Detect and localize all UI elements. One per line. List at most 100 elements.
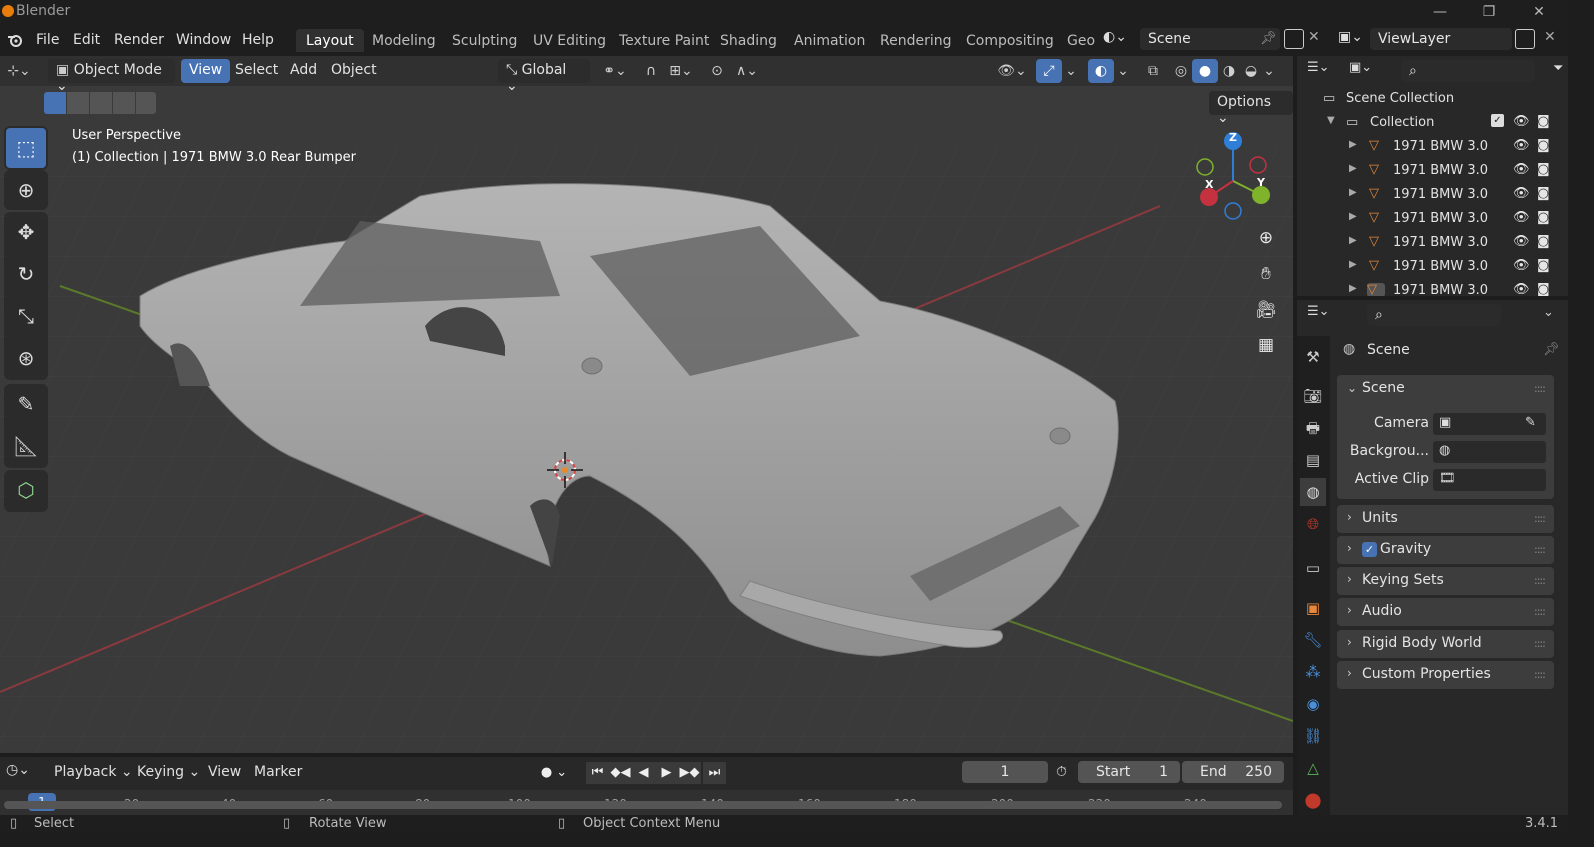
data-tab-icon[interactable]: △	[1300, 754, 1326, 782]
eye-icon[interactable]: 👁︎	[1513, 162, 1530, 177]
tab-geometry-nodes[interactable]: Geo	[1057, 29, 1105, 52]
start-frame-field[interactable]: Start 1	[1078, 761, 1180, 783]
tab-shading[interactable]: Shading	[710, 29, 787, 52]
drag-handle-icon[interactable]: ::::	[1534, 382, 1546, 395]
move-tool-icon[interactable]: ✥	[6, 212, 46, 252]
camera-icon[interactable]: ◙	[1537, 210, 1550, 225]
outliner-object-row[interactable]: ▶ ▽ 1971 BMW 3.0 👁︎ ◙	[1297, 183, 1568, 206]
end-frame-field[interactable]: End 250	[1182, 761, 1284, 783]
new-scene-icon[interactable]	[1284, 29, 1304, 49]
camera-icon[interactable]: ◙	[1537, 282, 1550, 296]
pin-icon[interactable]: 📌︎	[1543, 342, 1560, 357]
view-layer-tab-icon[interactable]: ▤	[1300, 446, 1326, 474]
outliner-object-row[interactable]: ▶ ▽ 1971 BMW 3.0 👁︎ ◙	[1297, 207, 1568, 230]
pivot-point-icon[interactable]: ⚭⌄	[598, 59, 632, 83]
jump-keyframe-forward-icon[interactable]: ▶◆	[678, 762, 701, 784]
menu-file[interactable]: File	[36, 32, 59, 48]
eye-icon[interactable]: 👁︎	[1513, 234, 1530, 249]
object-tab-icon[interactable]: ▣	[1300, 594, 1326, 622]
display-mode-icon[interactable]: ▣⌄	[1349, 60, 1383, 82]
camera-icon[interactable]: ◙	[1537, 138, 1550, 153]
jump-end-icon[interactable]: ⏭	[703, 762, 726, 784]
gravity-panel[interactable]: › ✓ Gravity ::::	[1337, 536, 1554, 564]
gizmo-z-label[interactable]: Z	[1229, 131, 1237, 144]
pan-hand-icon[interactable]: ✋︎	[1251, 259, 1281, 289]
eye-icon[interactable]: 👁︎	[1513, 258, 1530, 273]
xray-icon[interactable]: ⧉	[1140, 59, 1166, 83]
eye-icon[interactable]: 👁︎	[1513, 186, 1530, 201]
custom-properties-panel[interactable]: › Custom Properties ::::	[1337, 661, 1554, 689]
mode-dropdown[interactable]: ▣ Object Mode ⌄	[48, 59, 175, 94]
tool-tab-icon[interactable]: ⚒	[1300, 343, 1326, 371]
pin-icon[interactable]: 📌︎	[1260, 31, 1277, 46]
menu-window[interactable]: Window	[176, 32, 231, 48]
properties-search-input[interactable]: ⌕	[1367, 304, 1501, 326]
keying-sets-panel[interactable]: › Keying Sets ::::	[1337, 567, 1554, 595]
keying-menu[interactable]: Keying ⌄	[137, 764, 200, 780]
playback-menu[interactable]: Playback ⌄	[54, 764, 133, 780]
ortho-grid-icon[interactable]: ▦	[1251, 330, 1281, 360]
particles-tab-icon[interactable]: ⁂	[1300, 658, 1326, 686]
cursor-tool-icon[interactable]: ⊕	[6, 170, 46, 210]
close-button[interactable]: ✕	[1527, 2, 1551, 22]
chevron-down-icon[interactable]: ⌄	[1347, 381, 1357, 395]
properties-options-icon[interactable]: ⌄	[1543, 305, 1554, 320]
gizmo-menu-icon[interactable]: ⌄	[1062, 59, 1080, 83]
tab-animation[interactable]: Animation	[784, 29, 875, 52]
outliner-editor-type-icon[interactable]: ☰⌄	[1307, 60, 1341, 82]
stopwatch-icon[interactable]: ⏱	[1056, 764, 1067, 780]
scale-tool-icon[interactable]: ⤡	[6, 296, 46, 336]
select-extend-icon[interactable]	[67, 92, 89, 114]
menu-render[interactable]: Render	[114, 32, 164, 48]
editor-type-icon[interactable]: ⊹⌄	[6, 59, 32, 83]
outliner-object-row[interactable]: ▶ ▽ 1971 BMW 3.0 👁︎ ◙	[1297, 159, 1568, 182]
select-invert-icon[interactable]	[113, 92, 135, 114]
menu-select[interactable]: Select	[227, 59, 286, 83]
zoom-icon[interactable]: ⊕	[1251, 223, 1281, 253]
units-panel[interactable]: › Units ::::	[1337, 505, 1554, 533]
delete-viewlayer-icon[interactable]: ✕	[1544, 29, 1556, 45]
filter-icon[interactable]: ⏷	[1553, 61, 1563, 76]
expand-triangle-icon[interactable]: ▶	[1349, 283, 1357, 294]
tab-rendering[interactable]: Rendering	[870, 29, 962, 52]
camera-field[interactable]: ▣ ✎	[1433, 413, 1546, 435]
collection-checkbox[interactable]: ✓	[1491, 114, 1504, 127]
eye-icon[interactable]: 👁︎	[1513, 138, 1530, 153]
viewlayer-selector-icon[interactable]: ▣⌄	[1338, 29, 1368, 51]
drag-handle-icon[interactable]: ::::	[1534, 512, 1546, 525]
rigid-body-world-panel[interactable]: › Rigid Body World ::::	[1337, 630, 1554, 658]
camera-icon[interactable]: ◙	[1537, 162, 1550, 177]
add-cube-tool-icon[interactable]: ⬡	[6, 470, 46, 510]
eyedropper-icon[interactable]: ✎	[1525, 415, 1536, 430]
viewlayer-name-field[interactable]: ViewLayer	[1370, 28, 1512, 50]
solid-shading-icon[interactable]: ●	[1192, 59, 1218, 83]
menu-add[interactable]: Add	[282, 59, 325, 83]
transform-tool-icon[interactable]: ⊛	[6, 338, 46, 378]
expand-triangle-icon[interactable]: ▶	[1349, 187, 1357, 198]
select-new-icon[interactable]	[44, 92, 66, 114]
overlay-toggle-icon[interactable]: ◐	[1088, 59, 1114, 83]
expand-triangle-icon[interactable]: ▶	[1349, 259, 1357, 270]
camera-icon[interactable]: ◙	[1537, 186, 1550, 201]
wireframe-shading-icon[interactable]: ◎	[1168, 59, 1194, 83]
camera-icon[interactable]: ◙	[1537, 114, 1550, 129]
minimize-button[interactable]: —	[1428, 2, 1452, 22]
outliner-scene-collection-row[interactable]: ▭ Scene Collection	[1297, 87, 1568, 110]
outliner-object-row[interactable]: ▶ ▽ 1971 BMW 3.0 👁︎ ◙	[1297, 135, 1568, 158]
falloff-icon[interactable]: ∧⌄	[730, 59, 764, 83]
select-box-tool-icon[interactable]: ⬚	[6, 128, 46, 168]
snap-icon[interactable]: ∩	[638, 59, 664, 83]
tab-uv-editing[interactable]: UV Editing	[523, 29, 616, 52]
new-viewlayer-icon[interactable]	[1515, 29, 1535, 49]
tab-modeling[interactable]: Modeling	[362, 29, 446, 52]
properties-editor-type-icon[interactable]: ☰⌄	[1307, 304, 1341, 326]
delete-scene-icon[interactable]: ✕	[1308, 29, 1320, 45]
expand-triangle-icon[interactable]: ▶	[1349, 139, 1357, 150]
tab-layout[interactable]: Layout	[296, 29, 364, 52]
overlay-menu-icon[interactable]: ⌄	[1114, 59, 1132, 83]
collection-tab-icon[interactable]: ▭	[1300, 554, 1326, 582]
drag-handle-icon[interactable]: ::::	[1534, 574, 1546, 587]
tab-sculpting[interactable]: Sculpting	[442, 29, 527, 52]
audio-panel[interactable]: › Audio ::::	[1337, 598, 1554, 626]
tab-texture-paint[interactable]: Texture Paint	[609, 29, 719, 52]
